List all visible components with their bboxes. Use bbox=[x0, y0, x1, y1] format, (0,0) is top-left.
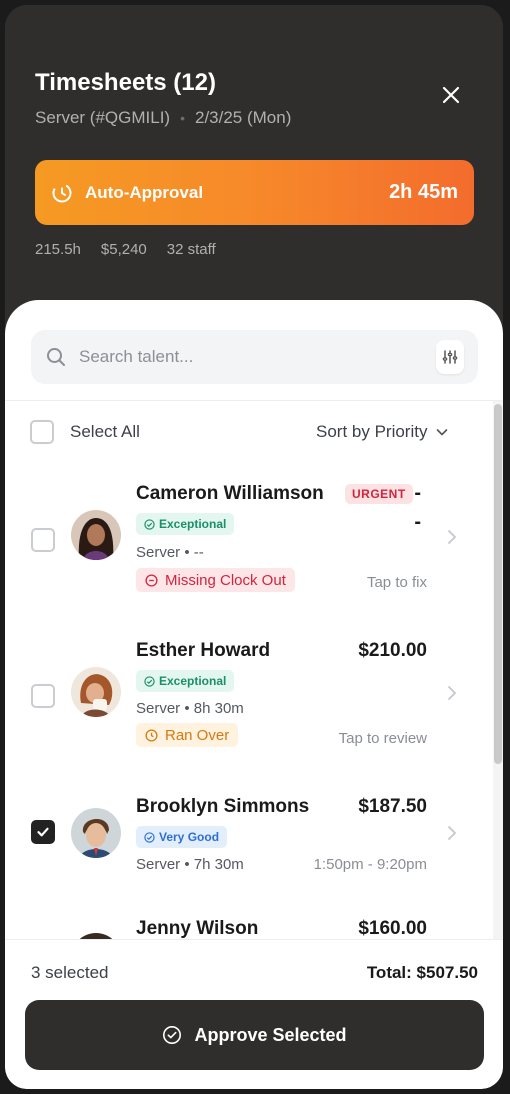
role-label: Server (#QGMILI) bbox=[35, 108, 171, 127]
rating-label: Exceptional bbox=[159, 674, 227, 688]
search-input[interactable] bbox=[79, 347, 436, 367]
stat-cost: $5,240 bbox=[100, 241, 147, 258]
rating-label: Very Good bbox=[159, 830, 220, 844]
talent-name: Cameron Williamson bbox=[136, 483, 324, 504]
check-circle-icon bbox=[144, 518, 155, 530]
avatar bbox=[71, 933, 121, 940]
search-icon bbox=[47, 348, 65, 366]
summary-stats: 215.5h $5,240 32 staff bbox=[35, 241, 216, 258]
selected-count: 3 selected bbox=[31, 963, 109, 982]
approve-selected-button[interactable]: Approve Selected bbox=[25, 1000, 484, 1070]
status-label: Missing Clock Out bbox=[165, 571, 286, 589]
checkmark-icon bbox=[37, 827, 49, 837]
chevron-right-icon bbox=[448, 530, 456, 544]
rating-badge: Very Good bbox=[136, 826, 228, 848]
row-checkbox[interactable] bbox=[31, 684, 55, 708]
avatar bbox=[71, 667, 121, 717]
role-duration: Server • 8h 30m bbox=[136, 700, 244, 717]
clock-alert-icon bbox=[145, 573, 158, 587]
date-label: 2/3/25 (Mon) bbox=[195, 108, 292, 127]
rating-label: Exceptional bbox=[159, 517, 227, 531]
check-circle-icon bbox=[144, 831, 155, 843]
amount: $160.00 bbox=[358, 918, 427, 939]
stat-hours: 215.5h bbox=[35, 241, 81, 258]
role-duration: Server • 7h 30m bbox=[136, 856, 244, 873]
auto-approval-label: Auto-Approval bbox=[85, 182, 204, 202]
list-item[interactable]: Esther Howard $210.00 Exceptional Server… bbox=[5, 619, 489, 775]
sort-label: Sort by Priority bbox=[316, 422, 428, 441]
status-badge: Ran Over bbox=[136, 723, 239, 747]
page-title: Timesheets (12) bbox=[35, 69, 216, 96]
rating-badge: Exceptional bbox=[136, 670, 235, 692]
shift-time: 1:50pm - 9:20pm bbox=[313, 856, 427, 873]
urgent-badge: URGENT bbox=[345, 484, 413, 504]
scrollbar[interactable] bbox=[493, 401, 503, 940]
talent-name: Jenny Wilson bbox=[136, 918, 259, 939]
separator-dot: • bbox=[180, 110, 185, 126]
auto-approval-banner[interactable]: Auto-Approval 2h 45m bbox=[35, 160, 474, 225]
timesheet-list: Select All Sort by Priority Cameron Will… bbox=[5, 401, 489, 940]
close-icon bbox=[442, 86, 460, 104]
check-circle-icon bbox=[162, 1025, 182, 1045]
approve-label: Approve Selected bbox=[194, 1024, 347, 1045]
talent-name: Brooklyn Simmons bbox=[136, 796, 310, 817]
header: Timesheets (12) Server (#QGMILI) • 2/3/2… bbox=[5, 5, 503, 325]
select-all-checkbox[interactable] bbox=[30, 420, 54, 444]
list-controls: Select All Sort by Priority bbox=[5, 401, 489, 463]
selected-total: Total: $507.50 bbox=[366, 963, 478, 982]
chevron-right-icon bbox=[448, 826, 456, 840]
select-all-label[interactable]: Select All bbox=[70, 422, 140, 442]
role-duration: Server • -- bbox=[136, 544, 204, 561]
amount: $187.50 bbox=[358, 796, 427, 817]
selection-footer: 3 selected Total: $507.50 Approve Select… bbox=[5, 940, 503, 1089]
row-checkbox[interactable] bbox=[31, 528, 55, 552]
auto-approval-time: 2h 45m bbox=[389, 181, 458, 203]
subtitle: Server (#QGMILI) • 2/3/25 (Mon) bbox=[35, 108, 291, 128]
clock-icon bbox=[145, 728, 158, 742]
timer-icon bbox=[52, 183, 72, 202]
sliders-icon bbox=[442, 350, 458, 364]
amount: $210.00 bbox=[358, 640, 427, 661]
amount: -- bbox=[414, 482, 421, 533]
close-button[interactable] bbox=[435, 79, 467, 111]
list-item[interactable]: Brooklyn Simmons $187.50 Very Good Serve… bbox=[5, 775, 489, 931]
chevron-down-icon bbox=[437, 429, 448, 436]
chevron-right-icon bbox=[448, 686, 456, 700]
search-bar bbox=[31, 330, 478, 384]
scrollbar-thumb[interactable] bbox=[494, 404, 502, 764]
timesheet-sheet: Select All Sort by Priority bbox=[5, 300, 503, 1089]
rating-badge: Exceptional bbox=[136, 513, 235, 535]
check-circle-icon bbox=[144, 675, 155, 687]
list-item[interactable]: Cameron Williamson URGENT -- Exceptional… bbox=[5, 463, 489, 619]
sort-dropdown[interactable]: Sort by Priority bbox=[316, 422, 449, 442]
filter-button[interactable] bbox=[436, 340, 464, 374]
action-hint: Tap to fix bbox=[366, 574, 427, 591]
talent-name: Esther Howard bbox=[136, 640, 271, 661]
stat-staff: 32 staff bbox=[166, 241, 216, 258]
avatar bbox=[71, 808, 121, 858]
status-label: Ran Over bbox=[165, 726, 230, 744]
action-hint: Tap to review bbox=[338, 730, 427, 747]
list-item[interactable]: Jenny Wilson $160.00 bbox=[5, 918, 489, 940]
status-badge: Missing Clock Out bbox=[136, 568, 295, 592]
timesheets-panel: Timesheets (12) Server (#QGMILI) • 2/3/2… bbox=[5, 5, 503, 1089]
avatar bbox=[71, 510, 121, 560]
row-checkbox[interactable] bbox=[31, 820, 55, 844]
